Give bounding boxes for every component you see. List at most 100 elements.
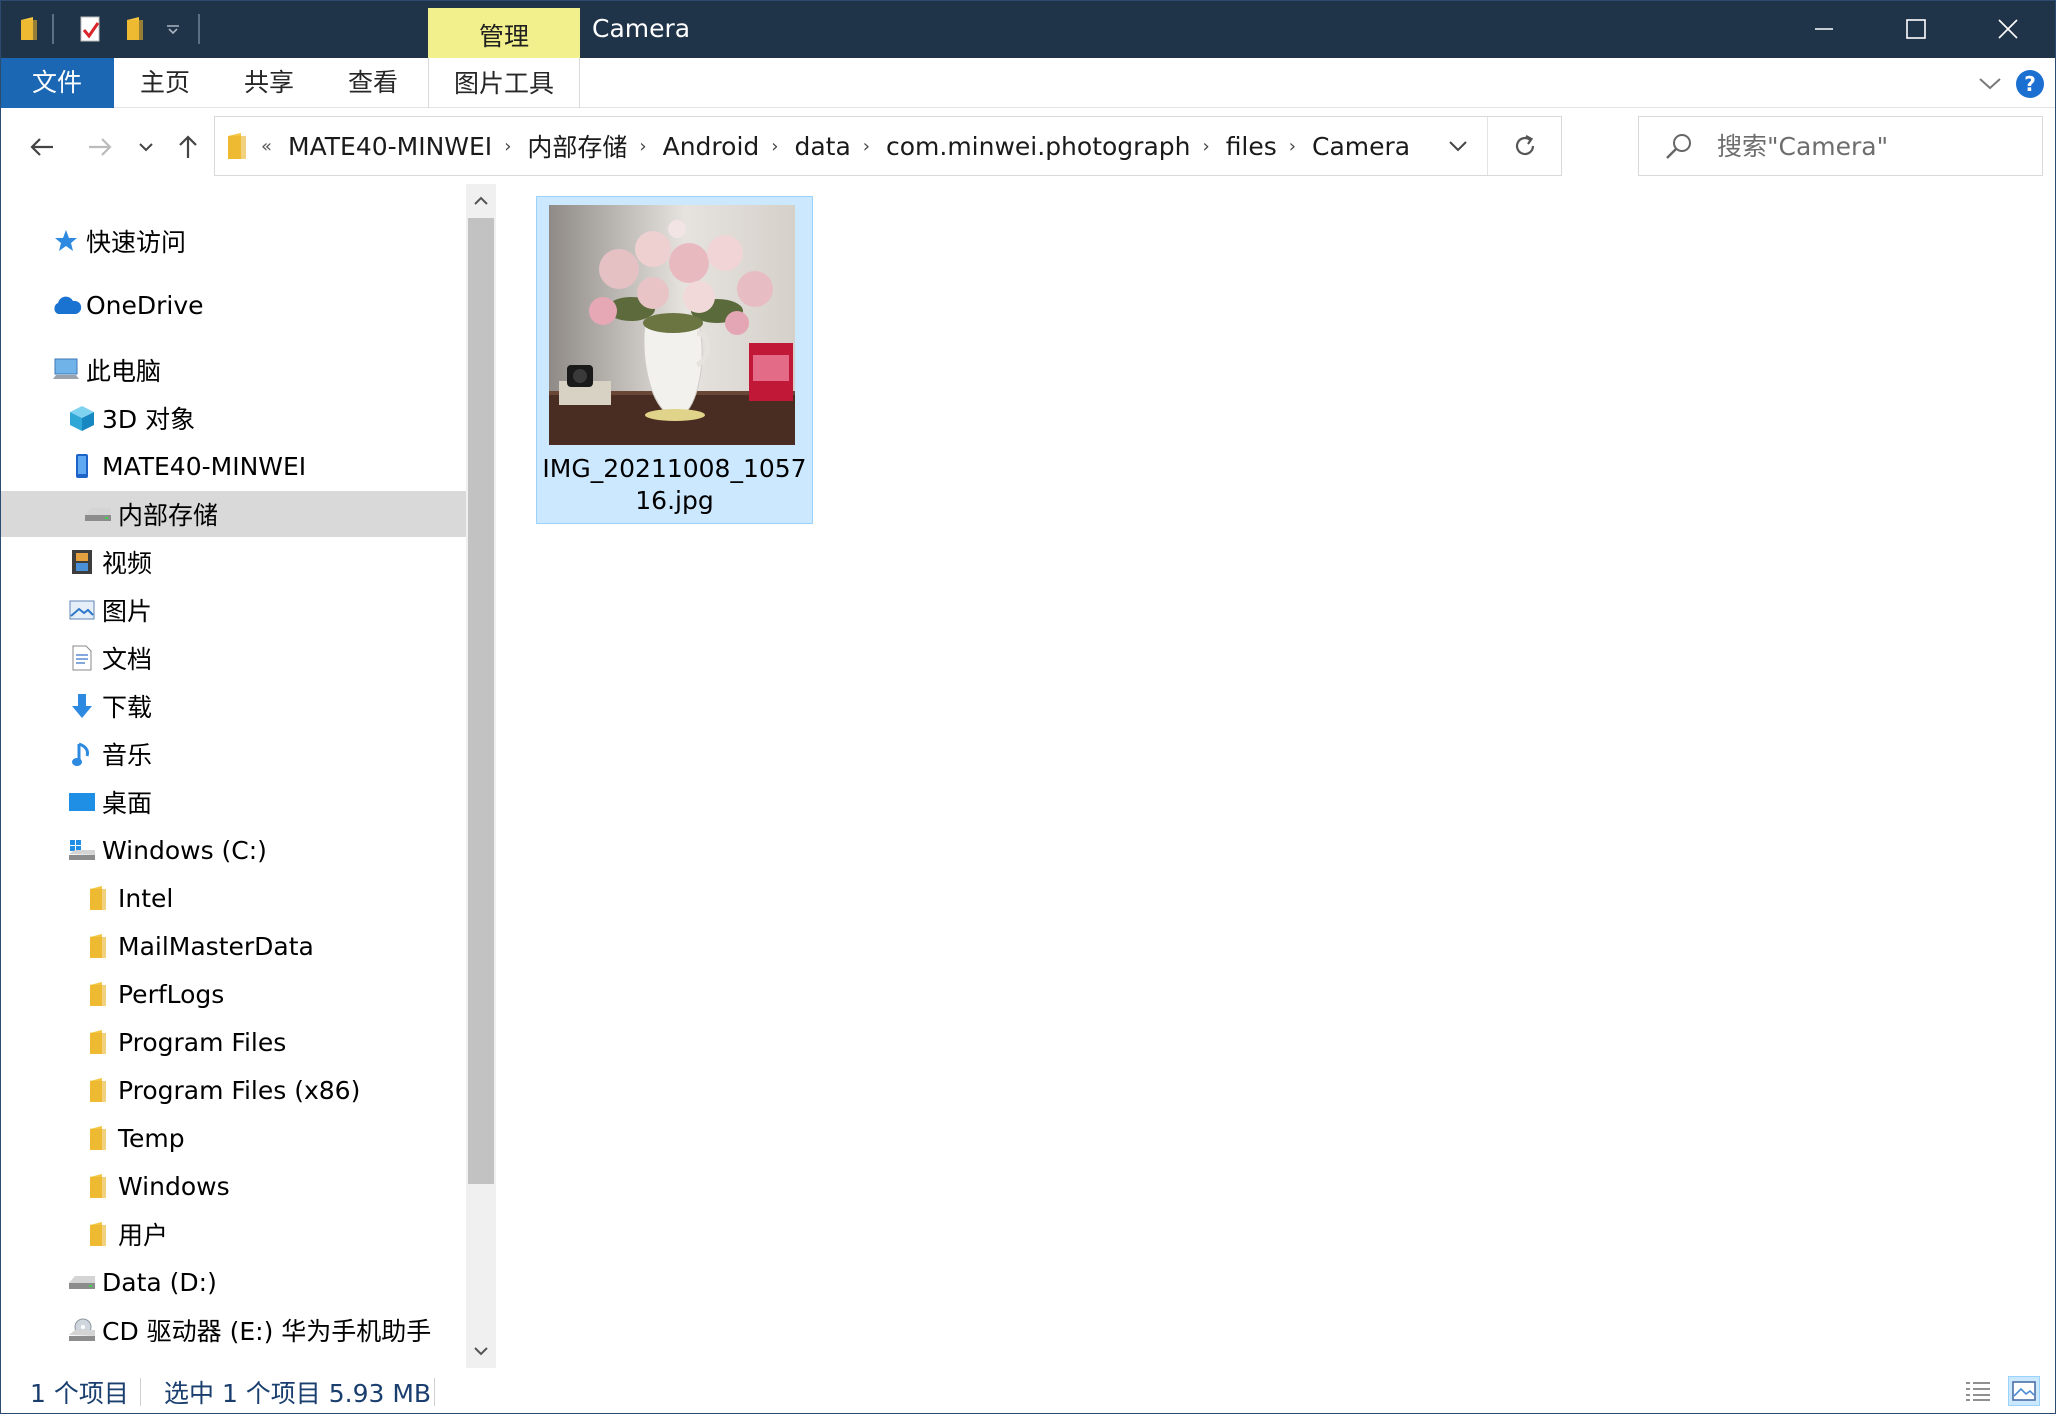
nav-item-label: 此电脑: [86, 357, 162, 386]
nav-item-label: 快速访问: [86, 228, 187, 257]
scroll-down-button[interactable]: [466, 1334, 496, 1368]
nav-item[interactable]: Temp: [0, 1115, 466, 1161]
nav-item-label: Intel: [118, 883, 174, 913]
breadcrumb-separator[interactable]: ›: [763, 136, 790, 157]
recent-locations-button[interactable]: [132, 124, 160, 170]
status-separator: [140, 1378, 141, 1406]
maximize-button[interactable]: [1870, 0, 1962, 58]
nav-item[interactable]: 3D 对象: [0, 395, 466, 441]
nav-item-label: 视频: [102, 549, 153, 578]
nav-item[interactable]: 内部存储: [0, 491, 466, 537]
breadcrumb-separator[interactable]: ›: [1194, 136, 1221, 157]
window-title: Camera: [592, 14, 691, 43]
details-view-icon: [1966, 1382, 1990, 1401]
folder-icon: [82, 930, 114, 962]
download-icon: [66, 690, 98, 722]
nav-item[interactable]: Program Files (x86): [0, 1067, 466, 1113]
breadcrumb-separator[interactable]: ›: [1281, 136, 1308, 157]
breadcrumb-separator[interactable]: ›: [496, 136, 523, 157]
arrow-up-icon: [179, 135, 197, 158]
large-icons-view-button[interactable]: [2008, 1376, 2040, 1406]
folder-icon: [82, 1170, 114, 1202]
up-button[interactable]: [170, 124, 206, 170]
details-view-button[interactable]: [1962, 1376, 1994, 1406]
phone-icon: [66, 450, 98, 482]
nav-scrollbar-thumb[interactable]: [468, 218, 494, 1184]
breadcrumb-item[interactable]: 内部存储: [523, 128, 631, 164]
folder-icon: [82, 1074, 114, 1106]
windows-drive-icon: [66, 834, 98, 866]
nav-item[interactable]: 快速访问: [0, 218, 466, 264]
minimize-button[interactable]: [1778, 0, 1870, 58]
tab-file[interactable]: 文件: [0, 58, 114, 108]
nav-item-label: Program Files (x86): [118, 1075, 361, 1105]
nav-item[interactable]: 用户: [0, 1211, 466, 1257]
nav-item-label: MailMasterData: [118, 931, 314, 961]
help-button[interactable]: ?: [2016, 70, 2044, 98]
search-box[interactable]: [1638, 116, 2043, 176]
breadcrumb-separator[interactable]: ›: [631, 136, 658, 157]
address-bar[interactable]: « MATE40-MINWEI › 内部存储 › Android › data …: [214, 116, 1562, 176]
nav-item-label: MATE40-MINWEI: [102, 451, 307, 481]
nav-item-label: PerfLogs: [118, 979, 225, 1009]
breadcrumb-item[interactable]: Camera: [1308, 132, 1414, 161]
chevron-down-icon: [1979, 78, 2001, 90]
chevron-down-icon: [139, 143, 153, 152]
arrow-right-icon: [89, 138, 112, 156]
nav-item[interactable]: Windows: [0, 1163, 466, 1209]
properties-icon[interactable]: [74, 0, 108, 58]
nav-item[interactable]: 此电脑: [0, 347, 466, 393]
breadcrumb-overflow[interactable]: «: [261, 136, 272, 157]
tab-picture-tools[interactable]: 图片工具: [428, 58, 580, 108]
folder-icon: [225, 131, 253, 161]
forward-button[interactable]: [80, 124, 120, 170]
nav-item[interactable]: Data (D:): [0, 1259, 466, 1305]
nav-item[interactable]: MailMasterData: [0, 923, 466, 969]
tab-manage[interactable]: 管理: [428, 8, 580, 58]
folder-icon: [82, 882, 114, 914]
tab-share[interactable]: 共享: [228, 58, 310, 108]
nav-item[interactable]: 音乐: [0, 731, 466, 777]
breadcrumb-item[interactable]: com.minwei.photograph: [882, 132, 1195, 161]
film-icon: [66, 546, 98, 578]
nav-item[interactable]: 下载: [0, 683, 466, 729]
item-count: 1 个项目: [30, 1379, 129, 1408]
nav-item[interactable]: PerfLogs: [0, 971, 466, 1017]
nav-item[interactable]: Windows (C:): [0, 827, 466, 873]
nav-item[interactable]: 桌面: [0, 779, 466, 825]
nav-item[interactable]: 图片: [0, 587, 466, 633]
nav-item[interactable]: Program Files: [0, 1019, 466, 1065]
nav-item[interactable]: CD 驱动器 (E:) 华为手机助手: [0, 1307, 466, 1353]
new-folder-icon[interactable]: [118, 0, 152, 58]
status-separator: [434, 1378, 435, 1406]
nav-item[interactable]: 视频: [0, 539, 466, 585]
nav-item-label: 用户: [118, 1221, 169, 1250]
minimize-icon: [1815, 28, 1833, 30]
close-button[interactable]: [1962, 0, 2054, 58]
tab-home[interactable]: 主页: [124, 58, 206, 108]
search-input[interactable]: [1717, 117, 2027, 175]
nav-item[interactable]: OneDrive: [0, 282, 466, 328]
refresh-button[interactable]: [1487, 117, 1561, 175]
customize-toolbar-icon[interactable]: [160, 0, 186, 58]
nav-item[interactable]: 文档: [0, 635, 466, 681]
expand-ribbon-button[interactable]: [1976, 70, 2004, 98]
scroll-up-button[interactable]: [466, 184, 496, 218]
breadcrumb-item[interactable]: MATE40-MINWEI: [284, 132, 496, 161]
arrow-left-icon: [30, 138, 53, 156]
tab-view[interactable]: 查看: [332, 58, 414, 108]
breadcrumb-item[interactable]: files: [1222, 132, 1281, 161]
file-item[interactable]: IMG_20211008_1057 16.jpg: [536, 196, 813, 524]
breadcrumb-item[interactable]: data: [790, 132, 854, 161]
cloud-icon: [50, 289, 82, 321]
breadcrumb-item[interactable]: Android: [659, 132, 764, 161]
nav-item[interactable]: MATE40-MINWEI: [0, 443, 466, 489]
nav-item-label: CD 驱动器 (E:) 华为手机助手: [102, 1317, 432, 1346]
nav-item-label: 图片: [102, 597, 153, 626]
back-button[interactable]: [22, 124, 62, 170]
nav-item-label: Temp: [118, 1123, 185, 1153]
address-history-button[interactable]: [1433, 117, 1483, 175]
chevron-up-icon: [474, 196, 488, 205]
nav-item[interactable]: Intel: [0, 875, 466, 921]
breadcrumb-separator[interactable]: ›: [855, 136, 882, 157]
